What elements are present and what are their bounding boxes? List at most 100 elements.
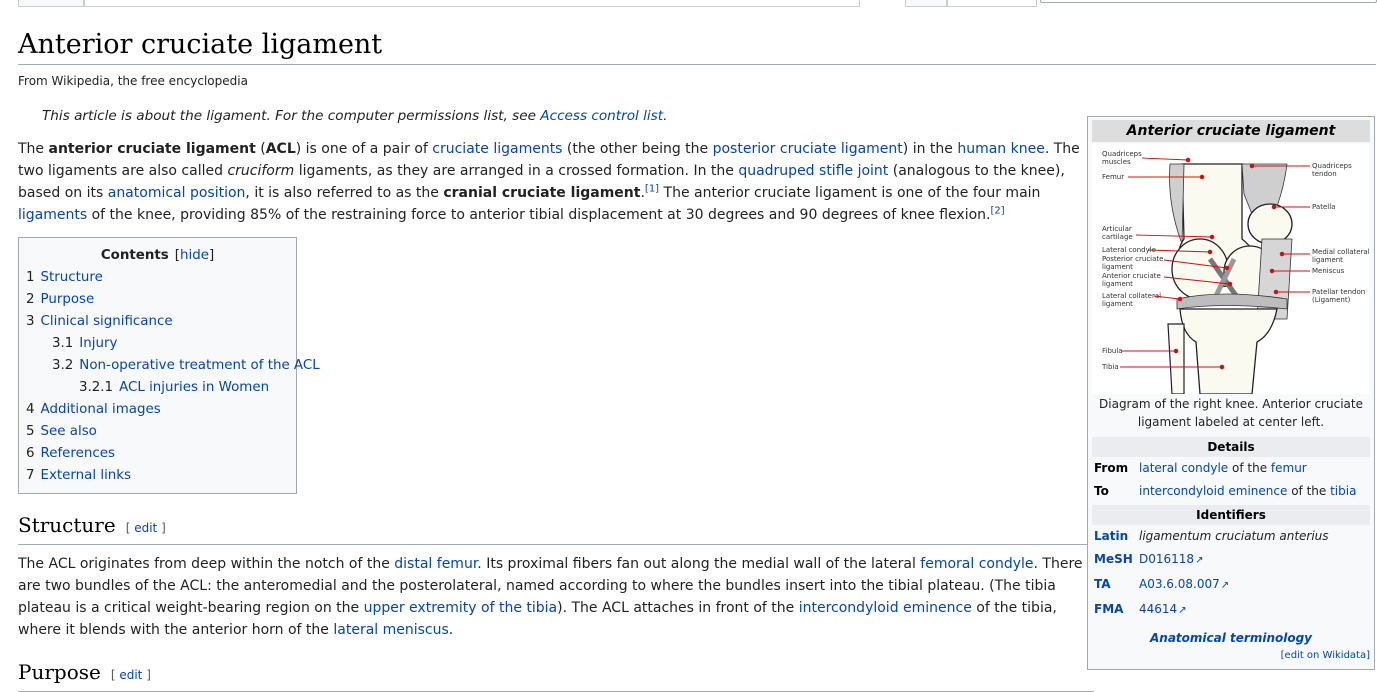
toc-title: Contents [hide] xyxy=(26,245,289,267)
toc-item[interactable]: 3.2 Non-operative treatment of the ACL xyxy=(26,355,320,377)
infobox-row-mesh: MeSH D016118↗ xyxy=(1092,548,1370,573)
diagram-label: Patella xyxy=(1312,203,1335,211)
link-upper-extremity-tibia[interactable]: upper extremity of the tibia xyxy=(364,600,558,616)
toc-link[interactable]: References xyxy=(41,446,115,461)
toc-link[interactable]: Clinical significance xyxy=(41,314,173,329)
toc-item[interactable]: 1 Structure xyxy=(26,267,289,289)
latin-value: ligamentum cruciatum anterius xyxy=(1139,529,1329,543)
toc-item[interactable]: 3.2.1 ACL injuries in Women xyxy=(26,377,289,399)
link-femur[interactable]: femur xyxy=(1271,461,1307,475)
toc-link[interactable]: See also xyxy=(41,424,97,439)
knee-diagram-image[interactable]: Quadriceps muscles Femur Articular carti… xyxy=(1092,144,1370,395)
link-posterior-cruciate-ligament[interactable]: posterior cruciate ligament xyxy=(713,141,903,157)
infobox-row-from: From lateral condyle of the femur xyxy=(1092,457,1370,480)
hatnote-text: This article is about the ligament. For … xyxy=(42,108,541,124)
text: ) in the xyxy=(902,141,958,157)
fma-link[interactable]: FMA xyxy=(1094,599,1139,621)
toc-link[interactable]: ACL injuries in Women xyxy=(119,380,269,395)
mesh-link[interactable]: MeSH xyxy=(1094,549,1139,571)
text: . Its proximal fibers fan out along the … xyxy=(477,556,921,572)
diagram-label: ligament xyxy=(1102,280,1133,288)
edit-link[interactable]: edit xyxy=(119,668,142,682)
edit-section: [ edit ] xyxy=(126,521,166,535)
tab-view-history[interactable] xyxy=(947,0,1037,7)
link-femoral-condyle[interactable]: femoral condyle xyxy=(920,556,1033,572)
toc-link[interactable]: Purpose xyxy=(41,292,95,307)
toc-link[interactable]: Non-operative treatment of the ACL xyxy=(79,358,319,373)
toc-title-text: Contents xyxy=(100,248,169,263)
text: ) is one of a pair of xyxy=(295,141,433,157)
external-link-icon: ↗ xyxy=(1178,605,1187,616)
row-value: intercondyloid eminence of the tibia xyxy=(1139,481,1370,501)
ta-link[interactable]: TA xyxy=(1094,574,1139,596)
bold-term: anterior cruciate ligament xyxy=(48,141,256,157)
toc-link[interactable]: Structure xyxy=(41,270,103,285)
bracket: ] xyxy=(157,521,166,535)
text: The anterior cruciate ligament is one of… xyxy=(659,185,1041,201)
hatnote-link[interactable]: Access control list xyxy=(540,108,663,124)
search-input[interactable] xyxy=(1040,0,1377,3)
fibula-shape xyxy=(1167,323,1185,395)
intro-paragraph: The anterior cruciate ligament (ACL) is … xyxy=(18,138,1094,226)
toc-item[interactable]: 7 External links xyxy=(26,465,289,487)
reference-1[interactable]: [1] xyxy=(645,183,659,194)
diagram-label: Medial collateral xyxy=(1312,248,1370,256)
toc-number: 6 xyxy=(26,446,35,461)
link-tibia[interactable]: tibia xyxy=(1330,484,1356,498)
toc-hide-link[interactable]: hide xyxy=(180,248,209,263)
link-lateral-meniscus[interactable]: lateral meniscus xyxy=(333,622,448,638)
toc-item[interactable]: 3 Clinical significance xyxy=(26,311,289,333)
link-intercondyloid-eminence[interactable]: intercondyloid eminence xyxy=(1139,484,1287,498)
row-label: To xyxy=(1094,484,1109,498)
toc-item[interactable]: 2 Purpose xyxy=(26,289,289,311)
text: of the knee, providing 85% of the restra… xyxy=(87,207,991,223)
tab-article[interactable] xyxy=(18,0,84,7)
toc-item[interactable]: 5 See also xyxy=(26,421,289,443)
diagram-label: ligament xyxy=(1102,263,1133,271)
link-human-knee[interactable]: human knee xyxy=(957,141,1045,157)
toc-link[interactable]: External links xyxy=(41,468,131,483)
text: The xyxy=(18,141,49,157)
fma-value-link[interactable]: 44614 xyxy=(1139,602,1177,616)
edit-on-wikidata-link[interactable]: [edit on Wikidata] xyxy=(1092,649,1370,663)
toc-number: 3.2 xyxy=(52,358,74,373)
toc-link[interactable]: Additional images xyxy=(41,402,161,417)
toc-link[interactable]: Injury xyxy=(79,336,117,351)
toc-item[interactable]: 6 References xyxy=(26,443,289,465)
tibia-shape xyxy=(1179,308,1278,395)
link-lateral-condyle[interactable]: lateral condyle xyxy=(1139,461,1228,475)
diagram-label: Quadriceps xyxy=(1312,162,1352,170)
text: of the xyxy=(1228,461,1271,475)
ta-value-link[interactable]: A03.6.08.007 xyxy=(1139,577,1220,591)
bold-term: cranial cruciate ligament xyxy=(443,185,641,201)
diagram-label: Lateral condyle xyxy=(1102,246,1156,254)
link-cruciate-ligaments[interactable]: cruciate ligaments xyxy=(432,141,562,157)
toc-item[interactable]: 4 Additional images xyxy=(26,399,289,421)
link-distal-femur[interactable]: distal femur xyxy=(394,556,477,572)
toc-number: 3.1 xyxy=(52,336,74,351)
toc-item[interactable]: 3.1 Injury xyxy=(26,333,289,355)
row-value: 44614↗ xyxy=(1139,599,1370,621)
details-heading: Details xyxy=(1092,437,1370,457)
infobox-row-latin: Latin ligamentum cruciatum anterius xyxy=(1092,525,1370,548)
edit-link[interactable]: edit xyxy=(134,521,157,535)
diagram-label: Patellar tendon xyxy=(1312,288,1365,296)
muscle-shape xyxy=(1169,163,1185,245)
link-quadruped-stifle-joint[interactable]: quadruped stifle joint xyxy=(738,163,888,179)
mesh-value-link[interactable]: D016118 xyxy=(1139,552,1194,566)
section-heading-purpose: Purpose [ edit ] xyxy=(18,658,1094,692)
text: The ACL originates from deep within the … xyxy=(18,556,395,572)
text: . xyxy=(448,622,454,638)
text: ( xyxy=(255,141,266,157)
diagram-label: muscles xyxy=(1102,158,1131,166)
link-anatomical-position[interactable]: anatomical position xyxy=(108,185,246,201)
reference-2[interactable]: [2] xyxy=(990,205,1004,216)
text: (the other being the xyxy=(562,141,713,157)
anatomical-terminology-link[interactable]: Anatomical terminology xyxy=(1092,629,1370,647)
latin-link[interactable]: Latin xyxy=(1094,526,1139,546)
link-intercondyloid-eminence[interactable]: intercondyloid eminence xyxy=(799,600,972,616)
tab-read[interactable] xyxy=(905,0,947,7)
text: of the xyxy=(1287,484,1331,498)
link-ligaments[interactable]: ligaments xyxy=(18,207,87,223)
bold-term: ACL xyxy=(265,141,296,157)
